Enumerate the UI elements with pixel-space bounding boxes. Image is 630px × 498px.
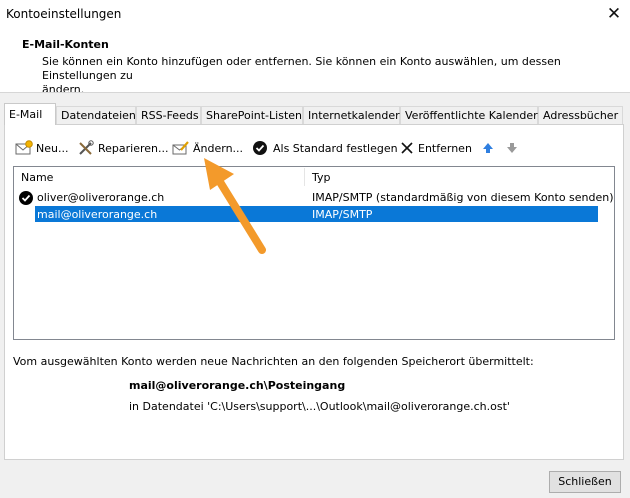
repair-button[interactable]: Reparieren... <box>77 139 169 157</box>
tab-rss-feeds[interactable]: RSS-Feeds <box>136 106 201 124</box>
tab-internetkalender[interactable]: Internetkalender <box>303 106 400 124</box>
repair-button-label: Reparieren... <box>98 141 169 155</box>
remove-x-icon <box>401 142 413 154</box>
close-icon[interactable]: ✕ <box>602 2 626 26</box>
column-header-name[interactable]: Name <box>21 171 53 184</box>
tab-veroeffentlichte-kalender[interactable]: Veröffentlichte Kalender <box>400 106 538 124</box>
section-description: Sie können ein Konto hinzufügen oder ent… <box>42 55 622 97</box>
annotation-arrow-icon <box>204 158 266 254</box>
repair-tools-icon <box>79 140 94 155</box>
tab-adressbuecher[interactable]: Adressbücher <box>538 106 623 124</box>
new-mail-icon <box>15 140 33 155</box>
delivery-info-text: Vom ausgewählten Konto werden neue Nachr… <box>13 355 534 368</box>
account-row-type-selected[interactable]: IMAP/SMTP <box>312 208 372 221</box>
header-separator <box>0 92 630 93</box>
default-account-check-icon <box>19 191 33 205</box>
new-button-label: Neu... <box>36 141 69 155</box>
remove-button[interactable]: Entfernen <box>399 139 472 157</box>
move-down-button[interactable] <box>505 139 522 157</box>
window-title: Kontoeinstellungen <box>6 7 122 21</box>
new-button[interactable]: Neu... <box>15 139 68 157</box>
description-line-1: Sie können ein Konto hinzufügen oder ent… <box>42 55 561 82</box>
account-row-name-selected[interactable]: mail@oliverorange.ch <box>37 208 157 221</box>
close-button[interactable]: Schließen <box>549 471 621 493</box>
description-line-2: ändern. <box>42 83 85 96</box>
delivery-datafile: in Datendatei 'C:\Users\support\...\Outl… <box>129 400 510 413</box>
tab-email[interactable]: E-Mail <box>4 103 56 125</box>
column-divider[interactable] <box>304 168 305 186</box>
section-title: E-Mail-Konten <box>22 38 109 51</box>
account-row-name[interactable]: oliver@oliverorange.ch <box>37 191 164 204</box>
column-header-type[interactable]: Typ <box>312 171 331 184</box>
tab-datendateien[interactable]: Datendateien <box>56 106 136 124</box>
tab-sharepoint-listen[interactable]: SharePoint-Listen <box>201 106 303 124</box>
arrow-down-icon <box>507 143 517 153</box>
arrow-up-icon <box>483 143 493 153</box>
move-up-button[interactable] <box>481 139 498 157</box>
remove-button-label: Entfernen <box>418 141 472 155</box>
delivery-location: mail@oliverorange.ch\Posteingang <box>129 379 346 392</box>
set-default-label: Als Standard festlegen <box>273 141 398 155</box>
account-row-type[interactable]: IMAP/SMTP (standardmäßig von diesem Kont… <box>312 191 614 204</box>
